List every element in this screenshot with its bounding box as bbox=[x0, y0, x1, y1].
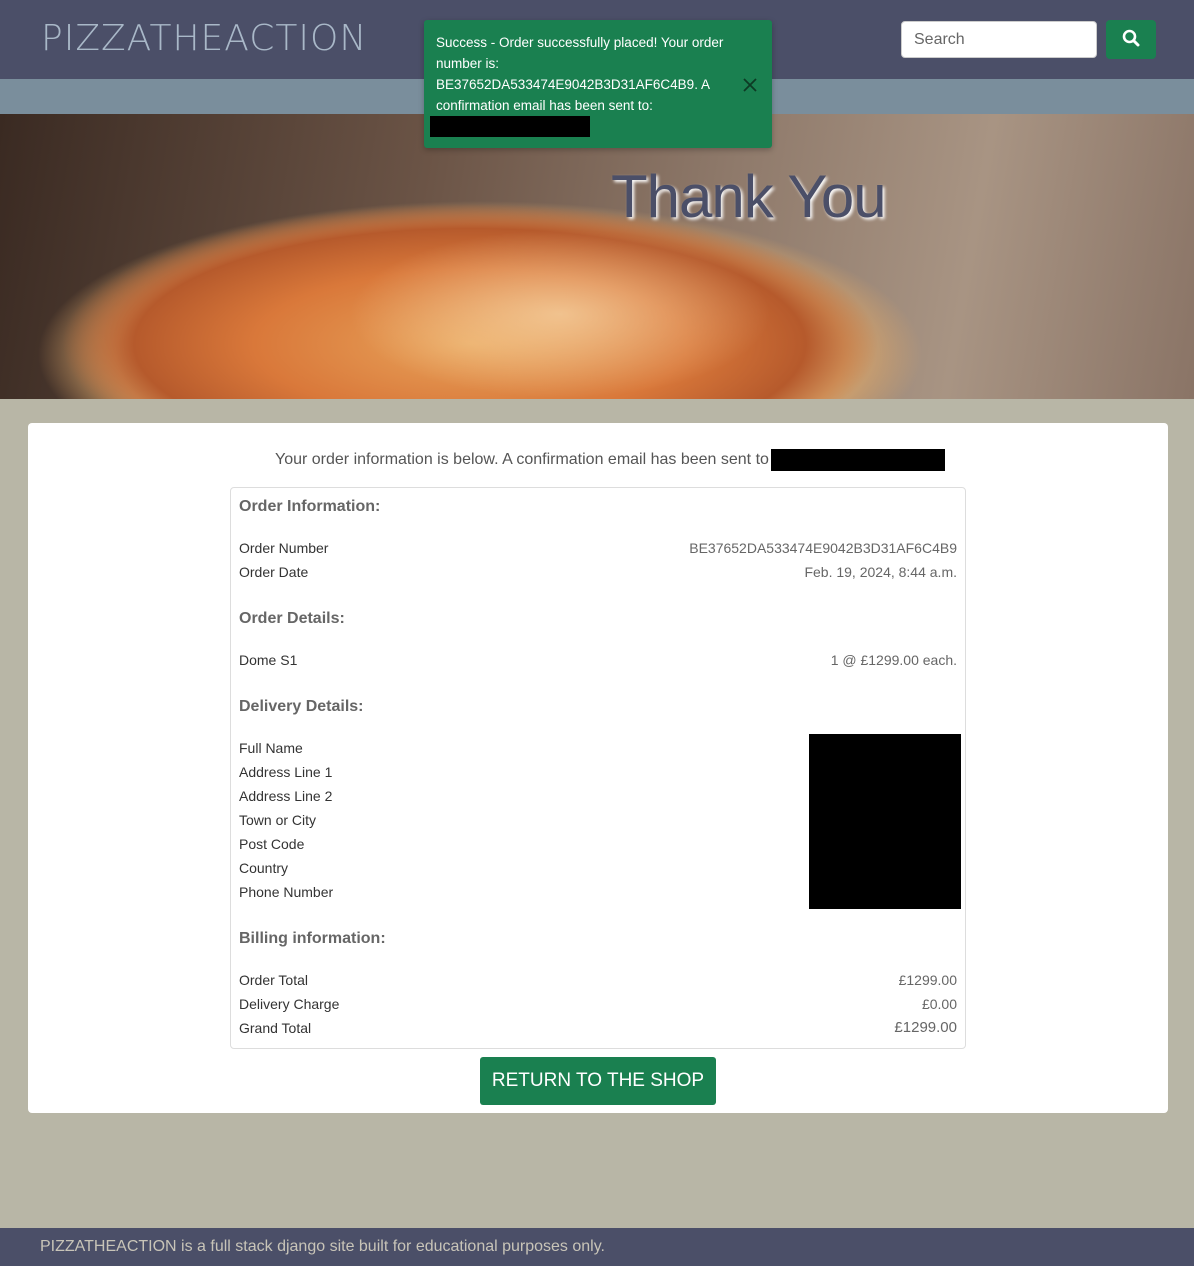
hero-title: Thank You bbox=[611, 163, 887, 230]
phone-number-label: Phone Number bbox=[239, 884, 334, 900]
site-logo[interactable]: PIZZATHEACTION bbox=[41, 18, 367, 59]
return-to-shop-button[interactable]: RETURN TO THE SHOP bbox=[480, 1057, 716, 1105]
success-toast: Success - Order successfully placed! You… bbox=[424, 20, 772, 148]
section-order-information: Order Information: bbox=[239, 498, 381, 515]
item-quantity-price: 1 @ £1299.00 each. bbox=[830, 652, 957, 668]
grand-total-label: Grand Total bbox=[239, 1020, 312, 1036]
intro-text: Your order information is below. A confi… bbox=[275, 451, 769, 468]
address-line1-label: Address Line 1 bbox=[239, 764, 333, 780]
section-billing-information: Billing information: bbox=[239, 930, 386, 947]
search-icon bbox=[1122, 29, 1140, 50]
country-label: Country bbox=[239, 860, 289, 876]
town-city-label: Town or City bbox=[239, 812, 317, 828]
close-icon bbox=[743, 77, 757, 96]
toast-message: Success - Order successfully placed! You… bbox=[436, 35, 724, 113]
order-number-value: BE37652DA533474E9042B3D31AF6C4B9 bbox=[689, 540, 957, 556]
redacted-delivery-values bbox=[809, 734, 961, 909]
search-button[interactable] bbox=[1106, 20, 1156, 59]
order-date-value: Feb. 19, 2024, 8:44 a.m. bbox=[804, 564, 957, 580]
address-line2-label: Address Line 2 bbox=[239, 788, 333, 804]
item-name: Dome S1 bbox=[239, 652, 298, 668]
order-number-label: Order Number bbox=[239, 540, 329, 556]
section-delivery-details: Delivery Details: bbox=[239, 698, 364, 715]
footer-text: PIZZATHEACTION is a full stack django si… bbox=[40, 1238, 605, 1255]
order-date-label: Order Date bbox=[239, 564, 309, 580]
confirmation-intro: Your order information is below. A confi… bbox=[275, 449, 945, 471]
grand-total-value: £1299.00 bbox=[894, 1019, 957, 1036]
footer: PIZZATHEACTION is a full stack django si… bbox=[0, 1228, 1194, 1266]
delivery-charge-label: Delivery Charge bbox=[239, 996, 340, 1012]
hero-banner: Thank You bbox=[0, 114, 1194, 399]
toast-close-button[interactable] bbox=[740, 76, 760, 96]
search-input[interactable] bbox=[901, 21, 1097, 58]
redacted-email bbox=[770, 449, 945, 471]
delivery-charge-value: £0.00 bbox=[921, 996, 957, 1012]
post-code-label: Post Code bbox=[239, 836, 305, 852]
redacted-email bbox=[430, 116, 590, 137]
full-name-label: Full Name bbox=[239, 740, 303, 756]
order-total-label: Order Total bbox=[239, 972, 308, 988]
order-total-value: £1299.00 bbox=[898, 972, 957, 988]
section-order-details: Order Details: bbox=[239, 610, 345, 627]
